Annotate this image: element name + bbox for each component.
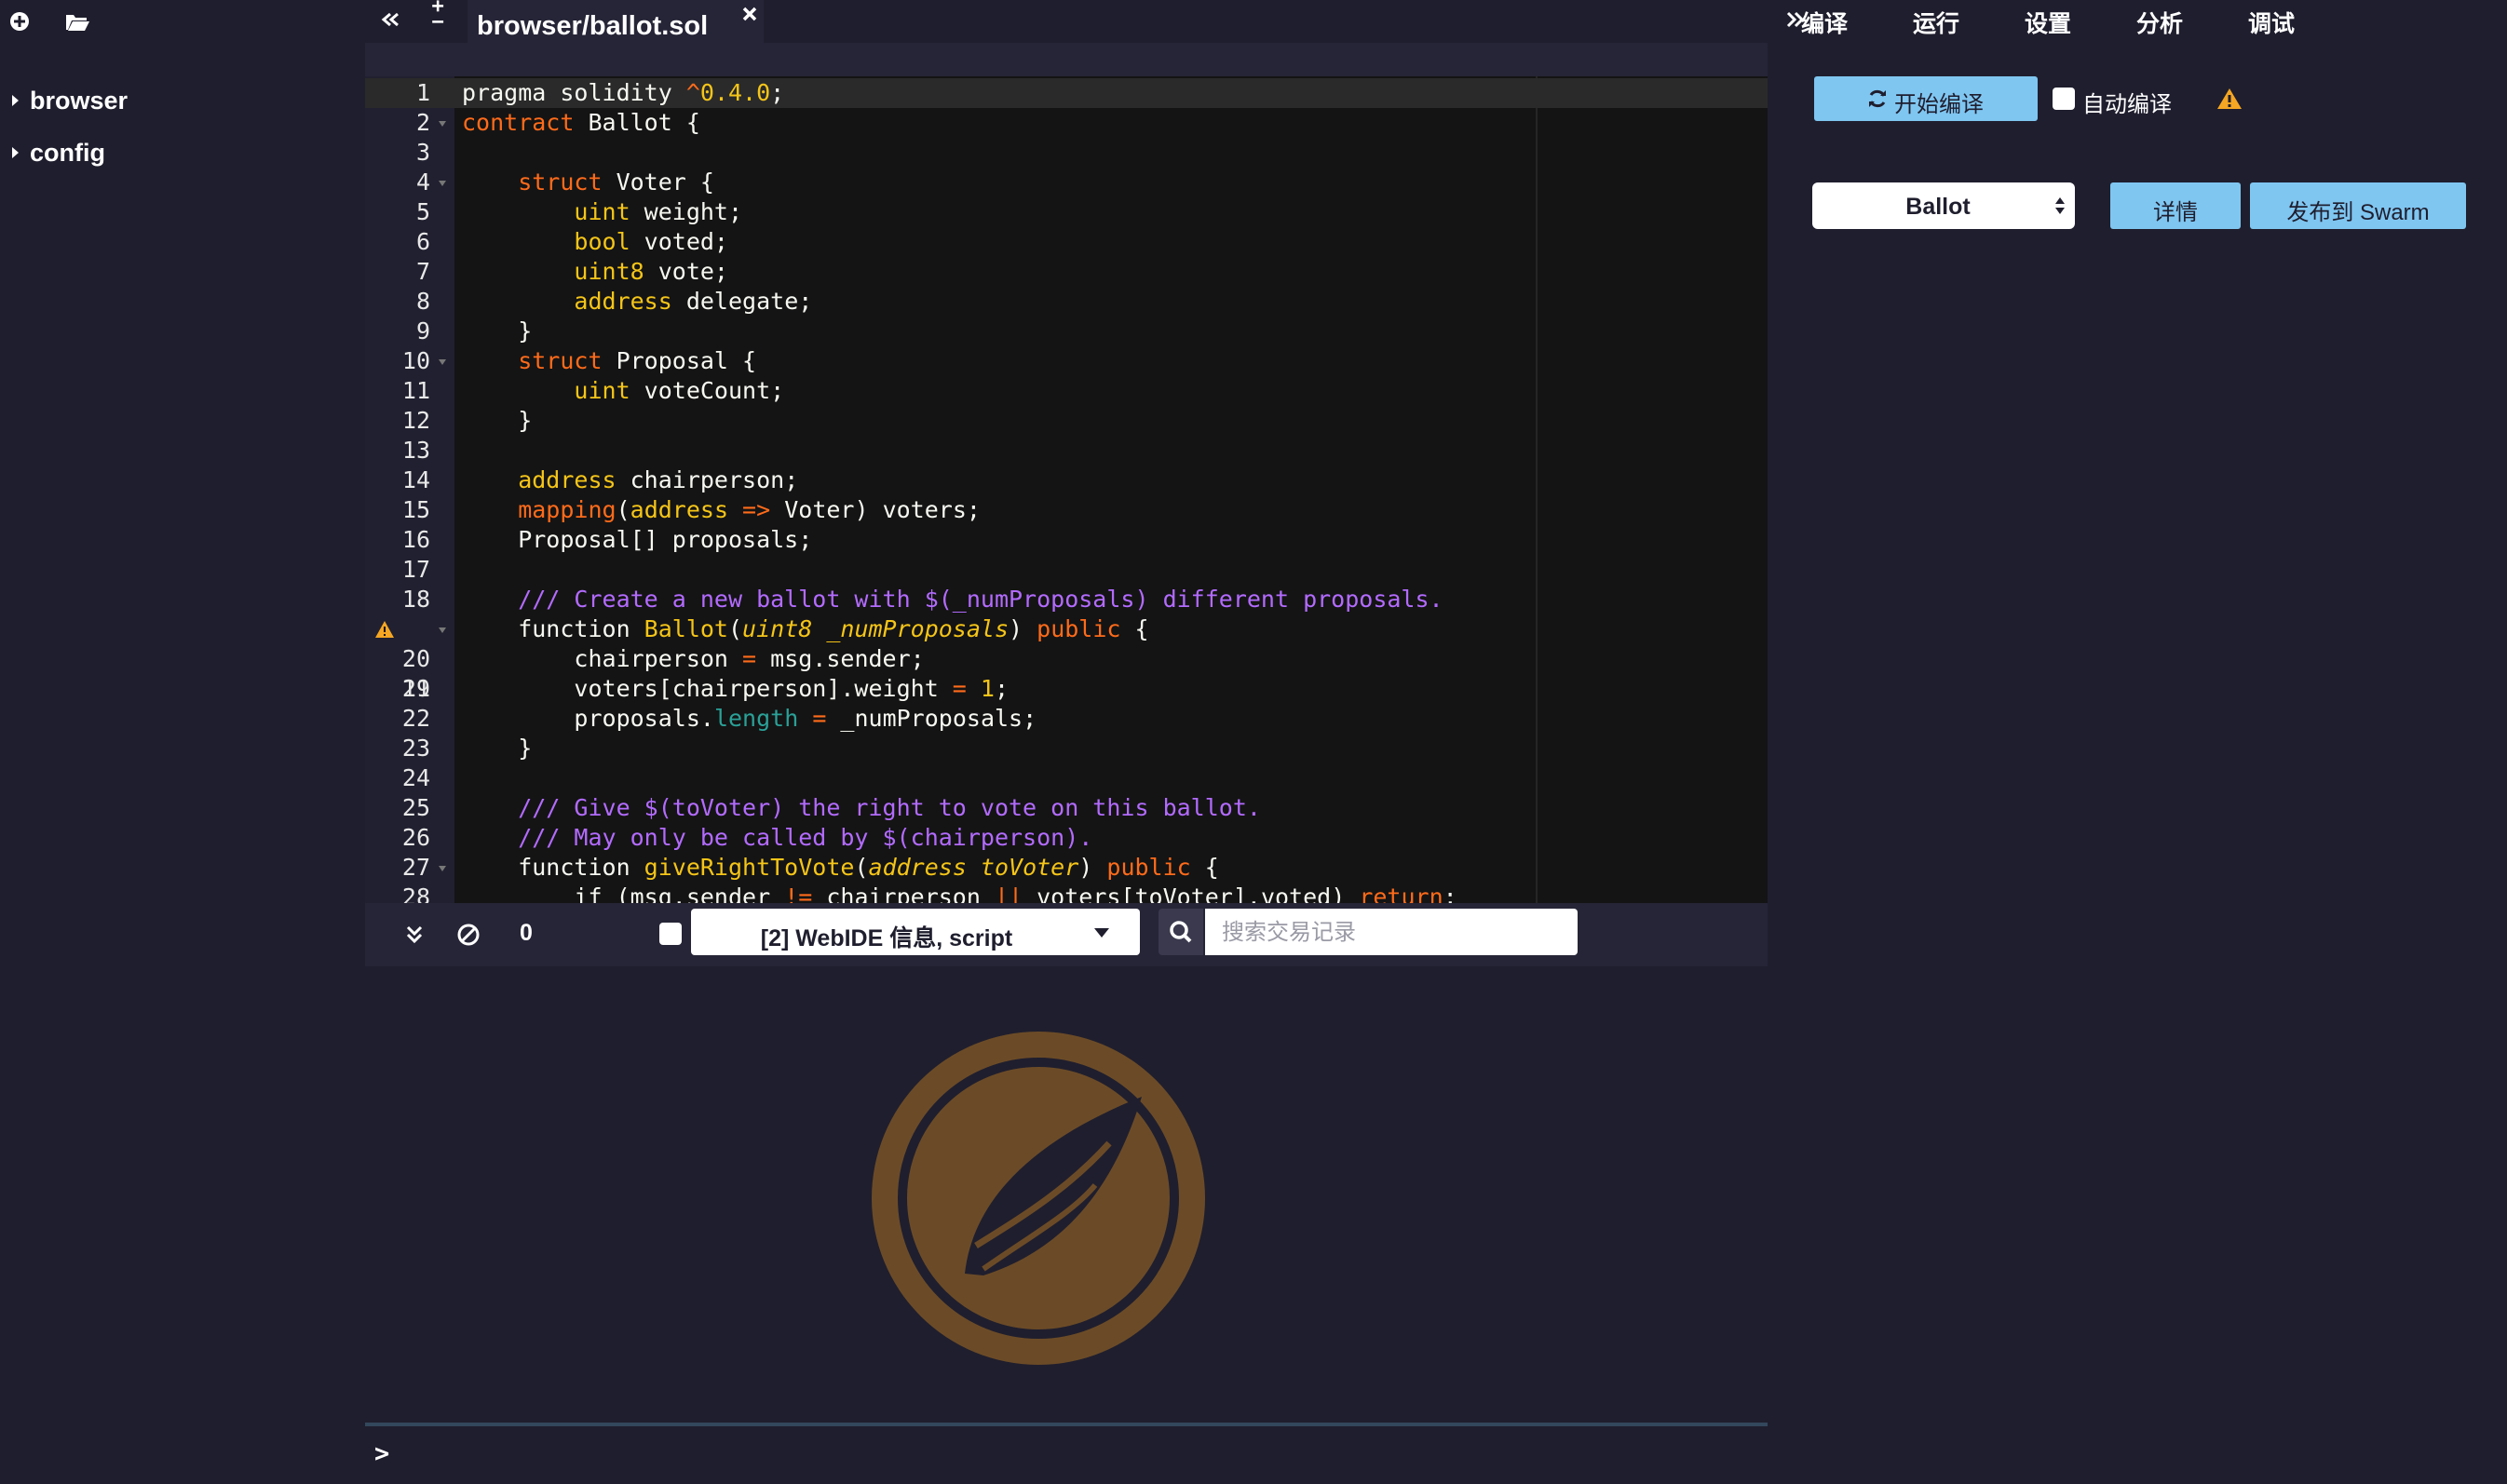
file-tab-ballot[interactable]: browser/ballot.sol — [468, 0, 764, 43]
publish-swarm-button[interactable]: 发布到 Swarm — [2250, 182, 2466, 229]
chevron-double-down-icon[interactable] — [400, 921, 428, 949]
auto-compile-label: 自动编译 — [2082, 92, 2172, 117]
code-line: 7 uint8 vote; — [415, 258, 728, 285]
code-line: 25 /// Give $(toVoter) the right to vote… — [401, 794, 1261, 821]
warning-icon[interactable] — [2216, 88, 2243, 110]
code-line: 15 mapping(address => Voter) voters; — [401, 496, 981, 523]
code-line: 17 — [401, 556, 430, 583]
tab-compile[interactable]: 编译 — [1801, 6, 1848, 39]
listen-network-checkbox[interactable] — [659, 923, 682, 945]
fold-icon[interactable] — [438, 120, 447, 128]
code-line: 19 function Ballot(uint8 _numProposals) … — [365, 614, 1768, 702]
code-line: 20 chairperson = msg.sender; — [401, 645, 925, 672]
fold-icon[interactable] — [438, 358, 447, 366]
editor-tabbar: browser/ballot.sol — [365, 0, 1768, 43]
open-folder-icon[interactable] — [63, 7, 91, 35]
terminal-prompt: > — [374, 1439, 390, 1468]
compile-button-label: 开始编译 — [1894, 92, 1984, 117]
warning-icon[interactable] — [374, 620, 395, 639]
code-lines: 1 pragma solidity ^0.4.0; 2 contract Ballo… — [365, 78, 1768, 903]
file-tab-title: browser/ballot.sol — [477, 11, 709, 41]
publish-swarm-label: 发布到 Swarm — [2286, 200, 2430, 225]
code-line: 28 if (msg.sender != chairperson || vote… — [401, 884, 1457, 903]
code-line: 2 contract Ballot { — [415, 109, 700, 136]
tab-analysis[interactable]: 分析 — [2136, 6, 2183, 39]
terminal-output — [365, 966, 1768, 1424]
tree-item-config[interactable]: config — [0, 132, 128, 184]
collapse-left-icon[interactable] — [374, 6, 406, 37]
contract-select-value: Ballot — [1905, 194, 1971, 220]
caret-right-icon — [12, 147, 19, 158]
code-line: 10 struct Proposal { — [401, 347, 757, 374]
code-line: 12 } — [401, 407, 533, 434]
tree-item-label: config — [30, 139, 105, 167]
file-tree: browser config — [0, 80, 128, 184]
fold-icon[interactable] — [438, 180, 447, 187]
code-line: 4 struct Voter { — [415, 169, 714, 196]
details-button-label: 详情 — [2153, 200, 2198, 225]
search-button[interactable] — [1159, 909, 1203, 955]
code-line: 27 function giveRightToVote(address toVo… — [401, 854, 1219, 881]
zoom-icon[interactable] — [423, 0, 454, 32]
code-line: 5 uint weight; — [415, 198, 743, 225]
terminal-toolbar: 0 [2] WebIDE 信息, script — [365, 903, 1768, 966]
log-filter-select[interactable]: [2] WebIDE 信息, script — [691, 909, 1140, 955]
compile-button[interactable]: 开始编译 — [1814, 76, 2038, 121]
tree-item-label: browser — [30, 87, 129, 115]
auto-compile-checkbox[interactable] — [2053, 88, 2075, 110]
pending-tx-count: 0 — [520, 920, 533, 946]
right-panel: 编译 运行 设置 分析 调试 开始编译 自动编译 Ballot 详情 发布到 S… — [1768, 0, 2507, 1484]
log-filter-label: [2] WebIDE 信息, script — [760, 925, 1013, 951]
code-line: 9 } — [415, 317, 533, 344]
tab-debugger[interactable]: 调试 — [2248, 6, 2295, 39]
code-line: 3 — [415, 139, 430, 166]
code-line: 22 proposals.length = _numProposals; — [401, 705, 1037, 732]
code-line: 8 address delegate; — [415, 288, 813, 315]
clear-icon[interactable] — [454, 921, 482, 949]
code-line: 18 /// Create a new ballot with $(_numPr… — [401, 586, 1443, 613]
contract-select[interactable]: Ballot — [1812, 182, 2075, 229]
refresh-icon — [1869, 89, 1886, 108]
tab-settings[interactable]: 设置 — [2025, 6, 2071, 39]
details-button[interactable]: 详情 — [2110, 182, 2241, 229]
code-line: 23 } — [401, 735, 533, 762]
search-tx-input[interactable] — [1205, 909, 1578, 955]
search-icon — [1170, 921, 1192, 943]
explorer-toolbar — [0, 0, 365, 43]
code-line: 6 bool voted; — [415, 228, 728, 255]
code-editor[interactable]: 1 pragma solidity ^0.4.0; 2 contract Ballo… — [365, 43, 1768, 903]
close-icon[interactable] — [739, 4, 760, 24]
code-line: 14 address chairperson; — [401, 466, 799, 493]
code-line: 21 voters[chairperson].weight = 1; — [401, 675, 1010, 702]
chevron-down-icon — [1094, 928, 1109, 938]
select-arrows-icon — [2055, 197, 2065, 214]
code-line: 1 pragma solidity ^0.4.0; — [365, 78, 1768, 108]
tree-item-browser[interactable]: browser — [0, 80, 128, 132]
right-tabbar: 编译 运行 设置 分析 调试 — [1768, 0, 2507, 43]
code-line: 11 uint voteCount; — [401, 377, 785, 404]
tab-run[interactable]: 运行 — [1913, 6, 1959, 39]
file-explorer: browser config — [0, 0, 365, 1484]
fold-icon[interactable] — [438, 865, 447, 872]
caret-right-icon — [12, 95, 19, 106]
fold-icon[interactable] — [438, 627, 447, 634]
code-line: 13 — [401, 437, 430, 464]
add-file-icon[interactable] — [6, 7, 34, 35]
logo-leaf-icon — [872, 1032, 1205, 1365]
code-line: 16 Proposal[] proposals; — [401, 526, 813, 553]
terminal-input[interactable]: > — [365, 1426, 1768, 1484]
code-line: 24 — [401, 764, 430, 791]
code-line: 26 /// May only be called by $(chairpers… — [401, 824, 1093, 851]
